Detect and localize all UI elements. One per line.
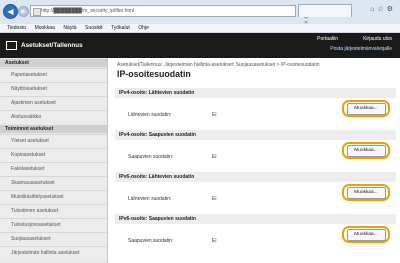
edit-button-ipv6-incoming[interactable]: Muokkaa... [342,226,390,243]
sidebar-section-settings: Asetukset [0,59,107,67]
sidebar-item-general-settings[interactable]: Yleiset asetukset [0,134,107,148]
field-value: Ei [212,238,217,244]
page-title: IP-osoitesuodatin [117,69,191,79]
sidebar-item-system-management[interactable]: Järjestelmän hallinta asetukset [0,246,107,260]
section-title: IPv4-osoite: Saapuvien suodatin [115,130,396,140]
logout-link[interactable]: Kirjaudu ulos [363,36,392,42]
back-arrow-icon[interactable]: ◀ [3,4,18,19]
menu-edit[interactable]: Muokkaa [35,24,55,32]
section-row: Saapuvien suodatin: Ei Muokkaa... [115,224,396,255]
portal-link[interactable]: Portaaliin [317,36,338,42]
section-ipv6-outgoing: IPv6-osoite: Lähtevien suodatin Lähtevie… [115,172,396,213]
field-label: Lähtevien suodatin: [128,112,172,118]
section-ipv4-incoming: IPv4-osoite: Saapuvien suodatin Saapuvie… [115,130,396,171]
section-ipv4-outgoing: IPv4-osoite: Lähtevien suodatin Lähtevie… [115,88,396,129]
edit-button-ipv6-outgoing[interactable]: Muokkaa... [342,184,390,201]
main-content: Asetukset/Tallennus: Järjestelmän hallin… [111,58,400,263]
sidebar-item-timer-settings[interactable]: Ajastimen asetukset [0,96,107,110]
sidebar-item-fax-settings[interactable]: Faksiasetukset [0,162,107,176]
sidebar-section-functions: Toiminnot asetukset [0,125,107,133]
edit-button-label[interactable]: Muokkaa... [346,228,386,241]
app-title: Asetukset/Tallennus [21,42,83,49]
home-star-gear-icons[interactable]: ⌂☆⚙ [370,5,396,13]
settings-logo-icon [6,41,17,50]
edit-button-label[interactable]: Muokkaa... [346,144,386,157]
sidebar-item-security-settings[interactable]: Suojausasetukset [0,232,107,246]
browser-toolbar: ◀ ▶ http://████████/m_security_ipfilter.… [0,0,400,26]
page-icon [33,8,41,16]
field-label: Lähtevien suodatin: [128,196,172,202]
breadcrumb: Asetukset/Tallennus: Järjestelmän hallin… [117,62,320,68]
field-label: Saapuvien suodatin: [128,238,174,244]
sidebar-item-print-queue-settings[interactable]: Tulostusjonoasetukset [0,218,107,232]
edit-button-ipv4-incoming[interactable]: Muokkaa... [342,142,390,159]
field-value: Ei [212,112,217,118]
edit-button-label[interactable]: Muokkaa... [346,186,386,199]
field-label: Saapuvien suodatin: [128,154,174,160]
menu-help[interactable]: Ohje [138,24,149,32]
sidebar-item-home-menu[interactable]: Aloitusvalikko [0,110,107,124]
sidebar-item-scan-settings[interactable]: Skannausasetukset [0,176,107,190]
sidebar-item-memory-settings[interactable]: Muistikäsittelyasetukset [0,190,107,204]
sidebar-item-paper-settings[interactable]: Paperiasetukset [0,68,107,82]
menu-view[interactable]: Näytä [63,24,76,32]
section-title: IPv6-osoite: Lähtevien suodatin [115,172,396,182]
sidebar-item-printer-settings[interactable]: Tulostimen asetukset [0,204,107,218]
app-header: Asetukset/Tallennus Portaaliin Kirjaudu … [0,33,400,58]
menu-favorites[interactable]: Suosikit [85,24,103,32]
section-title: IPv4-osoite: Lähtevien suodatin [115,88,396,98]
section-row: Lähtevien suodatin: Ei Muokkaa... [115,98,396,129]
menu-bar: Tiedosto Muokkaa Näytä Suosikit Työkalut… [0,24,400,33]
edit-button-ipv4-outgoing[interactable]: Muokkaa... [342,100,390,117]
url-text: http://████████/m_security_ipfilter.html [41,8,135,14]
field-value: Ei [212,154,217,160]
edit-button-label[interactable]: Muokkaa... [346,102,386,115]
forward-arrow-icon[interactable]: ▶ [18,6,29,17]
admin-link[interactable]: Posta järjestelmänvalvojalle [330,46,392,52]
sidebar: Asetukset Paperiasetukset Näyttöasetukse… [0,58,108,263]
section-title: IPv6-osoite: Saapuvien suodatin [115,214,396,224]
sidebar-item-display-settings[interactable]: Näyttöasetukset [0,82,107,96]
browser-tab[interactable] [298,4,352,17]
section-ipv6-incoming: IPv6-osoite: Saapuvien suodatin Saapuvie… [115,214,396,255]
address-bar[interactable]: http://████████/m_security_ipfilter.html… [30,5,308,26]
menu-file[interactable]: Tiedosto [7,24,26,32]
field-value: Ei [212,196,217,202]
section-row: Lähtevien suodatin: Ei Muokkaa... [115,182,396,213]
menu-tools[interactable]: Työkalut [111,24,130,32]
sidebar-item-copy-settings[interactable]: Kopioasetukset [0,148,107,162]
section-row: Saapuvien suodatin: Ei Muokkaa... [115,140,396,171]
